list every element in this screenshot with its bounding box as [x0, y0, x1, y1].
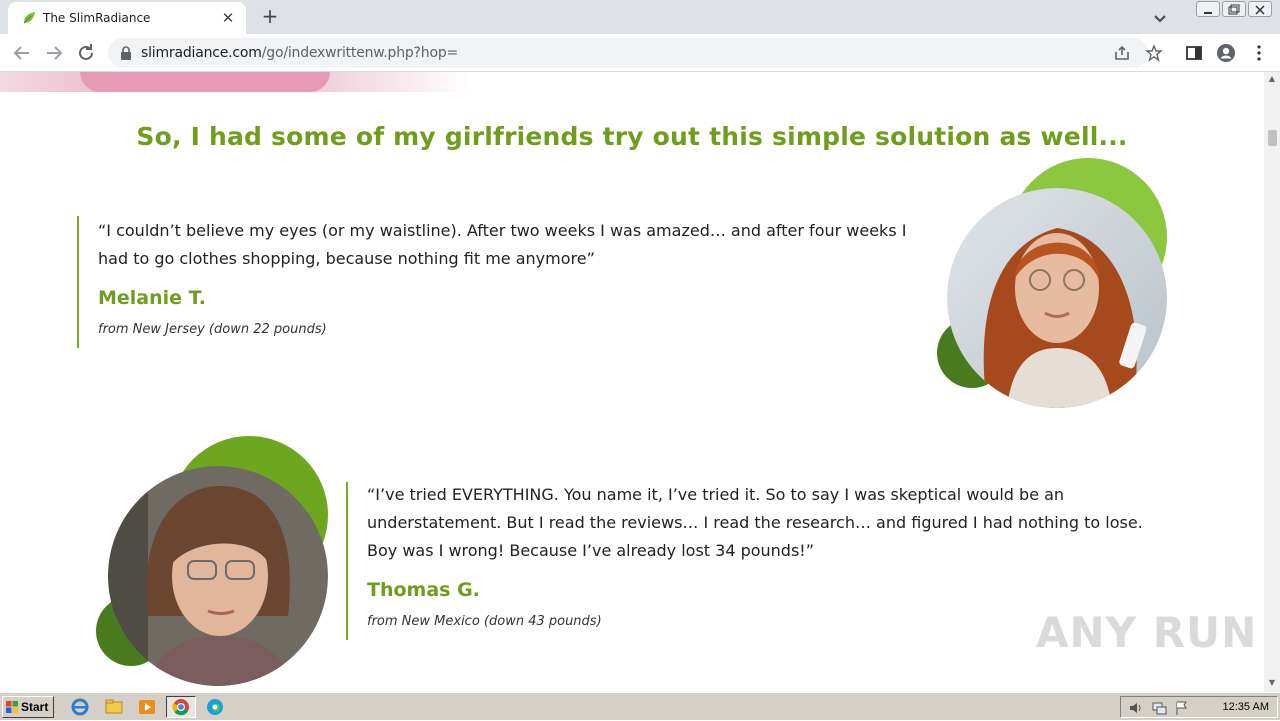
- edge-icon[interactable]: [203, 696, 227, 718]
- forward-arrow-icon[interactable]: [42, 41, 66, 65]
- url-path: /go/indexwrittenw.php?hop=: [261, 45, 459, 61]
- window-controls: [1196, 1, 1272, 17]
- bookmark-star-icon[interactable]: [1145, 44, 1163, 62]
- testimonial-quote: “I couldn’t believe my eyes (or my waist…: [98, 221, 907, 268]
- hero-image-pink-shape: [80, 72, 330, 92]
- new-tab-button[interactable]: +: [258, 4, 282, 28]
- testimonial-name: Thomas G.: [367, 579, 480, 601]
- windows-flag-icon: [6, 701, 18, 713]
- tab-strip: The SlimRadiance ✕ +: [0, 0, 1280, 34]
- chrome-icon: [172, 699, 189, 716]
- testimonial-1-photo-group: [935, 158, 1170, 408]
- url-text: slimradiance.com/go/indexwrittenw.php?ho…: [141, 45, 458, 61]
- scroll-down-icon[interactable]: ▼: [1267, 678, 1277, 688]
- testimonial-1: “I couldn’t believe my eyes (or my waist…: [77, 216, 917, 348]
- clock: 12:35 AM: [1222, 701, 1269, 713]
- internet-explorer-icon[interactable]: [68, 696, 92, 718]
- browser-tab[interactable]: The SlimRadiance ✕: [8, 2, 246, 34]
- url-host: slimradiance.com: [141, 45, 262, 61]
- share-icon[interactable]: [1113, 44, 1131, 62]
- minimize-button[interactable]: [1196, 1, 1220, 17]
- media-player-icon[interactable]: [135, 696, 159, 718]
- browser-toolbar: slimradiance.com/go/indexwrittenw.php?ho…: [0, 34, 1280, 72]
- testimonial-2-photo-group: [96, 436, 331, 691]
- restore-button[interactable]: [1222, 1, 1246, 17]
- chrome-taskbar-button[interactable]: [166, 696, 196, 718]
- volume-icon[interactable]: [1127, 700, 1143, 716]
- action-center-flag-icon[interactable]: [1173, 700, 1189, 716]
- testimonial-name: Melanie T.: [98, 287, 206, 309]
- profile-avatar-icon[interactable]: [1216, 43, 1236, 63]
- more-menu-icon[interactable]: [1249, 43, 1269, 63]
- testimonial-1-photo: [947, 188, 1167, 408]
- testimonial-location: from New Jersey (down 22 pounds): [98, 322, 327, 337]
- scroll-thumb[interactable]: [1268, 130, 1277, 146]
- start-label: Start: [21, 700, 49, 714]
- page-viewport: So, I had some of my girlfriends try out…: [0, 72, 1264, 692]
- leaf-favicon-icon: [23, 12, 35, 24]
- tab-title: The SlimRadiance: [43, 11, 151, 25]
- reload-icon[interactable]: [74, 41, 98, 65]
- taskbar: Start 12:35 AM: [0, 692, 1280, 720]
- side-panel-icon[interactable]: [1184, 43, 1204, 63]
- back-arrow-icon[interactable]: [10, 41, 34, 65]
- anyrun-watermark: ANY RUN: [1036, 608, 1258, 657]
- network-icon[interactable]: [1151, 700, 1167, 716]
- testimonial-2-photo: [108, 466, 328, 686]
- close-tab-icon[interactable]: ✕: [218, 8, 238, 28]
- start-button[interactable]: Start: [2, 696, 54, 718]
- lock-icon[interactable]: [120, 46, 132, 60]
- testimonial-quote: “I’ve tried EVERYTHING. You name it, I’v…: [367, 485, 1143, 560]
- page-scrollbar[interactable]: ▲ ▼: [1264, 72, 1280, 692]
- close-window-button[interactable]: [1248, 1, 1272, 17]
- folder-icon[interactable]: [102, 696, 126, 718]
- system-tray: 12:35 AM: [1120, 696, 1278, 718]
- scroll-up-icon[interactable]: ▲: [1267, 74, 1277, 84]
- chevron-down-icon[interactable]: [1150, 8, 1170, 28]
- address-bar[interactable]: slimradiance.com/go/indexwrittenw.php?ho…: [108, 38, 1163, 68]
- section-headline: So, I had some of my girlfriends try out…: [136, 122, 1128, 151]
